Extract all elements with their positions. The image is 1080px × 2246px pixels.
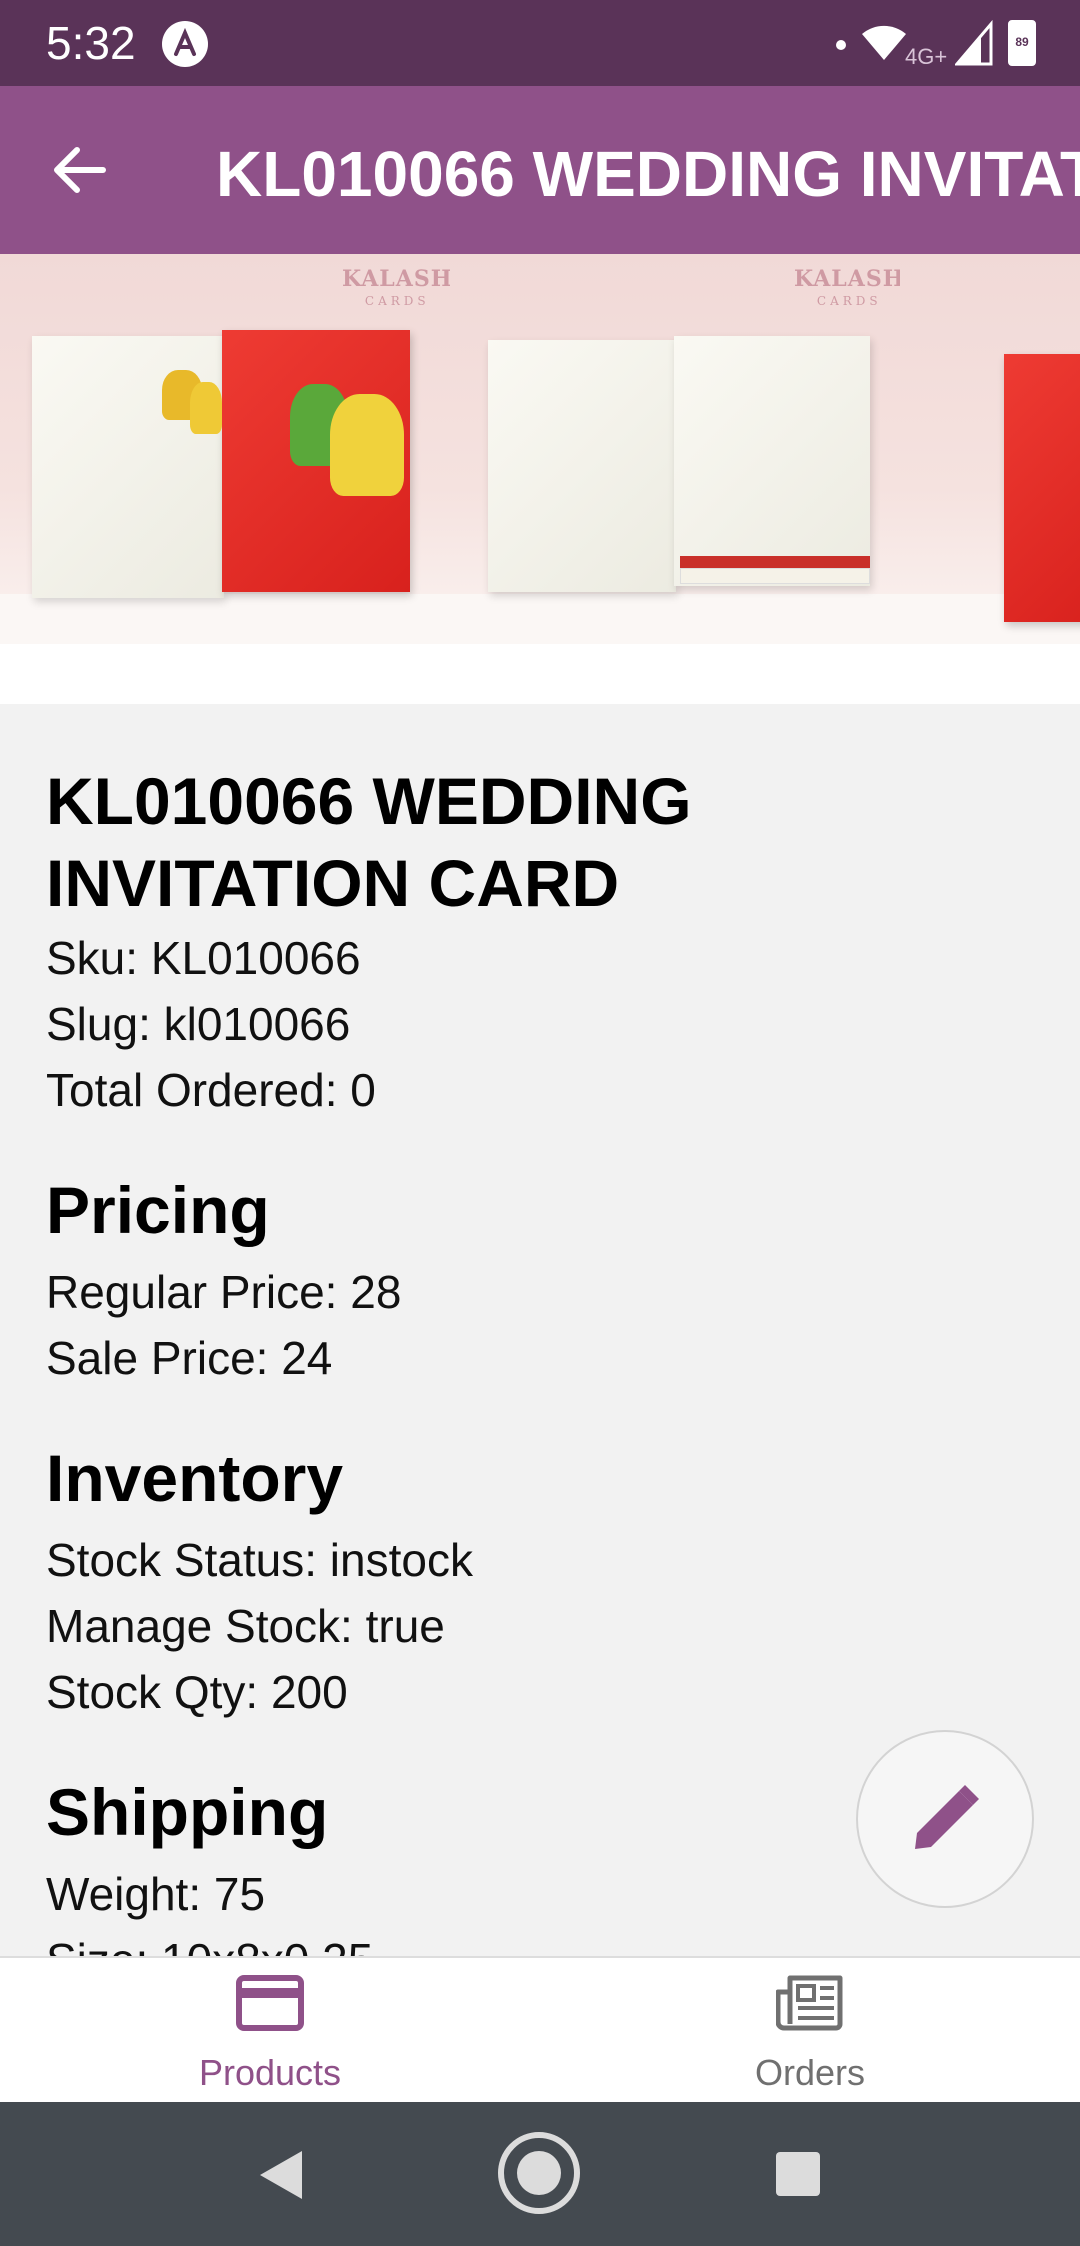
pricing-heading: Pricing xyxy=(46,1173,270,1247)
product-image-3[interactable] xyxy=(900,254,1080,644)
shipping-size: Size: 10x8x0.25 xyxy=(46,1932,373,1956)
credit-card-icon xyxy=(236,1974,304,2037)
system-navigation-bar xyxy=(0,2102,1080,2246)
shipping-heading: Shipping xyxy=(46,1775,329,1849)
back-arrow-icon xyxy=(54,147,106,193)
brand-name-2: KALASH xyxy=(794,266,900,292)
app-bar: KL010066 WEDDING INVITATION CARD xyxy=(0,86,1080,254)
wifi-icon xyxy=(860,22,908,67)
system-home-button[interactable] xyxy=(496,2130,582,2216)
status-time: 5:32 xyxy=(46,17,136,69)
brand-name: KALASH xyxy=(342,266,450,292)
product-image-1[interactable]: KALASH CARDS xyxy=(0,254,450,644)
inventory-heading: Inventory xyxy=(46,1441,344,1515)
system-recents-button[interactable] xyxy=(770,2146,826,2202)
bottom-navigation: Products Orders xyxy=(0,1956,1080,2102)
brand-watermark: KALASH CARDS xyxy=(342,268,450,312)
brand-sub: CARDS xyxy=(364,294,430,308)
network-type-label: 4G+ xyxy=(905,44,948,69)
battery-level: 89 xyxy=(1015,35,1029,49)
stock-qty: Stock Qty: 200 xyxy=(46,1666,348,1718)
status-bar: 5:32 4G+ 89 xyxy=(0,0,1080,86)
product-total-ordered: Total Ordered: 0 xyxy=(46,1064,376,1116)
newspaper-icon xyxy=(775,1974,844,2037)
app-notification-icon xyxy=(162,21,208,67)
signal-icon xyxy=(953,19,993,71)
sale-price: Sale Price: 24 xyxy=(46,1332,333,1384)
nav-home-icon xyxy=(498,2132,580,2214)
nav-orders-label: Orders xyxy=(754,2052,866,2093)
nav-back-icon xyxy=(260,2151,302,2199)
product-image-2[interactable]: KALASH CARDS xyxy=(450,254,900,644)
page-title: KL010066 WEDDING INVITATION CARD xyxy=(216,138,1080,210)
product-title: KL010066 WEDDING INVITATION CARD xyxy=(46,764,692,920)
nav-products-label: Products xyxy=(198,2052,342,2093)
regular-price: Regular Price: 28 xyxy=(46,1266,402,1318)
nav-products-tab[interactable]: Products xyxy=(0,1958,540,2104)
product-slug: Slug: kl010066 xyxy=(46,998,351,1050)
product-sku: Sku: KL010066 xyxy=(46,932,361,984)
edit-product-button[interactable] xyxy=(856,1730,1034,1908)
brand-sub-2: CARDS xyxy=(816,294,882,308)
shipping-weight: Weight: 75 xyxy=(46,1868,266,1920)
stock-status: Stock Status: instock xyxy=(46,1534,473,1586)
edit-pencil-icon xyxy=(915,1785,979,1849)
battery-icon: 89 xyxy=(1008,20,1036,66)
manage-stock: Manage Stock: true xyxy=(46,1600,445,1652)
notification-dot-icon xyxy=(836,40,846,50)
nav-orders-tab[interactable]: Orders xyxy=(540,1958,1080,2104)
product-image-carousel[interactable]: KALASH CARDS KALASH CARDS xyxy=(0,254,1080,704)
system-back-button[interactable] xyxy=(246,2140,316,2210)
nav-recents-icon xyxy=(776,2152,820,2196)
brand-watermark-2: KALASH CARDS xyxy=(794,268,900,312)
back-button[interactable] xyxy=(40,130,120,210)
